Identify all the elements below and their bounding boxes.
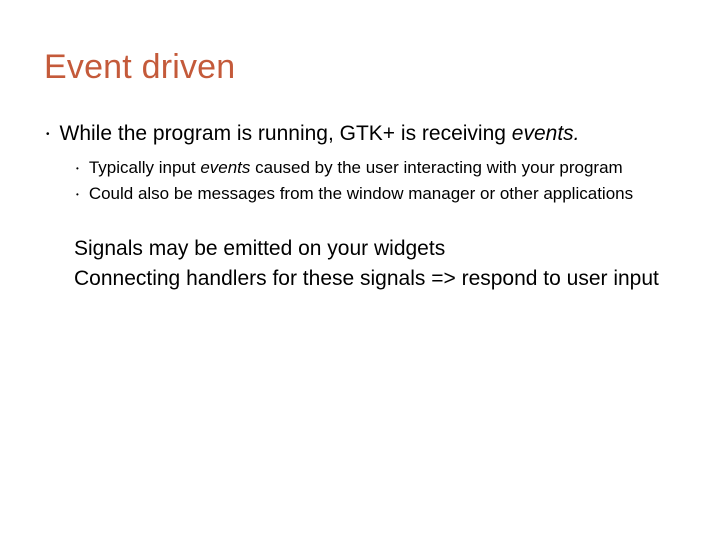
slide: Event driven • While the program is runn… xyxy=(0,0,720,540)
text-emphasis: events xyxy=(200,158,250,177)
bullet-dot-icon: • xyxy=(76,164,79,174)
paragraph-block: Signals may be emitted on your widgets C… xyxy=(74,235,676,292)
bullet-level2: • Could also be messages from the window… xyxy=(76,183,676,205)
bullet-text: Typically input events caused by the use… xyxy=(89,157,676,179)
bullet-dot-icon: • xyxy=(46,129,50,142)
text-fragment: Typically input xyxy=(89,158,201,177)
bullet-text: While the program is running, GTK+ is re… xyxy=(60,121,676,147)
paragraph-line: Signals may be emitted on your widgets xyxy=(74,235,676,262)
paragraph-line: Connecting handlers for these signals =>… xyxy=(74,265,676,292)
bullet-level2: • Typically input events caused by the u… xyxy=(76,157,676,179)
text-fragment: caused by the user interacting with your… xyxy=(250,158,622,177)
slide-title: Event driven xyxy=(44,48,676,87)
bullet-text: Could also be messages from the window m… xyxy=(89,183,676,205)
bullet-level1: • While the program is running, GTK+ is … xyxy=(46,121,676,147)
text-emphasis: events. xyxy=(512,122,580,145)
text-fragment: While the program is running, GTK+ is re… xyxy=(60,122,512,145)
bullet-dot-icon: • xyxy=(76,190,79,200)
